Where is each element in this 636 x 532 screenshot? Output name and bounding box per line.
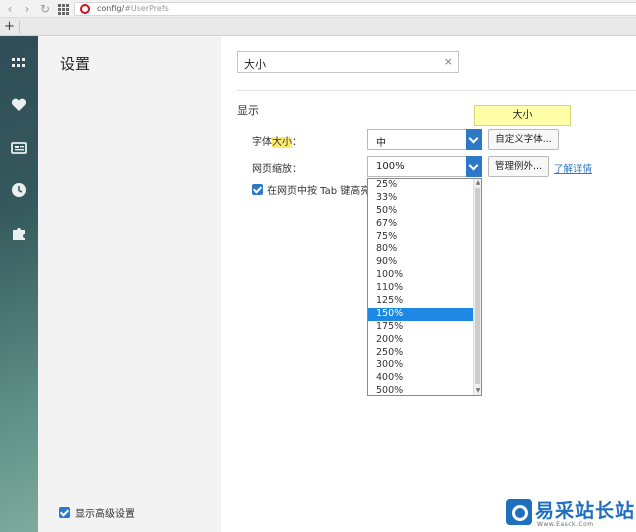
- font-size-label-suffix: ：: [292, 137, 302, 148]
- sidebar-rail: [0, 36, 38, 532]
- tab-highlight-option[interactable]: 在网页中按 Tab 键高亮: [252, 182, 370, 197]
- search-value: 大小: [244, 58, 266, 71]
- custom-fonts-button[interactable]: 自定义字体...: [488, 129, 559, 150]
- url-text: config/#UserPrefs: [97, 3, 169, 15]
- zoom-option[interactable]: 500%: [368, 385, 474, 395]
- zoom-option[interactable]: 33%: [368, 192, 474, 205]
- zoom-option[interactable]: 110%: [368, 282, 474, 295]
- watermark-subtext: Www.Easck.Com: [537, 521, 594, 528]
- opera-logo-icon: [80, 4, 90, 14]
- address-bar: ‹ › ↻ config/#UserPrefs: [0, 0, 636, 18]
- scroll-down-icon[interactable]: ▼: [474, 387, 481, 395]
- chevron-down-icon[interactable]: [466, 129, 482, 150]
- advanced-settings-checkbox[interactable]: [59, 507, 70, 518]
- advanced-settings-label: 显示高级设置: [75, 509, 135, 520]
- zoom-option[interactable]: 125%: [368, 295, 474, 308]
- font-size-value: 中: [376, 138, 386, 149]
- zoom-option[interactable]: 200%: [368, 334, 474, 347]
- zoom-option[interactable]: 175%: [368, 321, 474, 334]
- font-size-select[interactable]: 中: [367, 129, 482, 150]
- tab-highlight-checkbox[interactable]: [252, 184, 263, 195]
- zoom-option[interactable]: 75%: [368, 231, 474, 244]
- zoom-value: 100%: [376, 161, 405, 172]
- zoom-option[interactable]: 250%: [368, 347, 474, 360]
- zoom-option[interactable]: 100%: [368, 269, 474, 282]
- zoom-option[interactable]: 150%: [368, 307, 474, 321]
- watermark-logo-icon: [506, 499, 532, 525]
- back-icon[interactable]: ‹: [3, 2, 17, 16]
- tab-highlight-label: 在网页中按 Tab 键高亮: [267, 186, 371, 197]
- settings-nav-panel: 设置 显示高级设置: [38, 36, 221, 532]
- extensions-icon[interactable]: [10, 224, 28, 242]
- watermark-text: 易采站长站: [535, 500, 636, 522]
- font-size-label-prefix: 字体: [252, 137, 272, 148]
- heart-icon[interactable]: [10, 96, 28, 114]
- divider: [237, 90, 636, 91]
- new-tab-button[interactable]: +: [4, 18, 15, 36]
- news-icon[interactable]: [10, 139, 28, 157]
- chevron-down-icon[interactable]: [466, 156, 482, 177]
- dropdown-scrollbar[interactable]: ▲ ▼: [473, 179, 481, 395]
- url-fragment: #UserPrefs: [124, 4, 169, 13]
- url-field[interactable]: config/#UserPrefs: [74, 2, 636, 16]
- clear-search-icon[interactable]: ×: [444, 55, 453, 68]
- zoom-option[interactable]: 25%: [368, 179, 474, 192]
- history-icon[interactable]: [10, 181, 28, 199]
- zoom-option[interactable]: 67%: [368, 218, 474, 231]
- zoom-dropdown-list[interactable]: 25% 33% 50% 67% 75% 80% 90% 100% 110% 125% 150% 175…: [367, 178, 482, 396]
- page-title: 设置: [60, 55, 91, 73]
- url-prefix: config/: [97, 4, 125, 13]
- search-tooltip: 大小: [474, 105, 571, 126]
- zoom-option[interactable]: 80%: [368, 243, 474, 256]
- advanced-settings-toggle[interactable]: 显示高级设置: [59, 505, 135, 520]
- speed-dial-grid-icon[interactable]: [58, 4, 69, 15]
- tab-strip: +: [0, 18, 636, 36]
- learn-more-link[interactable]: 了解详情: [554, 161, 592, 175]
- zoom-option[interactable]: 300%: [368, 359, 474, 372]
- search-match-highlight: 大小: [272, 137, 292, 148]
- zoom-option[interactable]: 400%: [368, 372, 474, 385]
- tab-separator: [19, 20, 20, 34]
- zoom-option[interactable]: 50%: [368, 205, 474, 218]
- font-size-label: 字体大小：: [252, 133, 302, 148]
- scrollbar-thumb[interactable]: [475, 188, 480, 384]
- speed-dial-icon[interactable]: [10, 54, 28, 72]
- manage-exceptions-button[interactable]: 管理例外...: [488, 156, 549, 177]
- zoom-select[interactable]: 100%: [367, 156, 482, 177]
- settings-search-input[interactable]: 大小 ×: [237, 51, 459, 73]
- section-title-display: 显示: [237, 104, 259, 117]
- watermark: 易采站长站 Www.Easck.Com: [503, 495, 636, 532]
- forward-icon[interactable]: ›: [20, 2, 34, 16]
- zoom-label: 网页缩放：: [252, 164, 302, 175]
- scroll-up-icon[interactable]: ▲: [474, 179, 481, 187]
- zoom-option[interactable]: 90%: [368, 256, 474, 269]
- reload-icon[interactable]: ↻: [38, 2, 52, 16]
